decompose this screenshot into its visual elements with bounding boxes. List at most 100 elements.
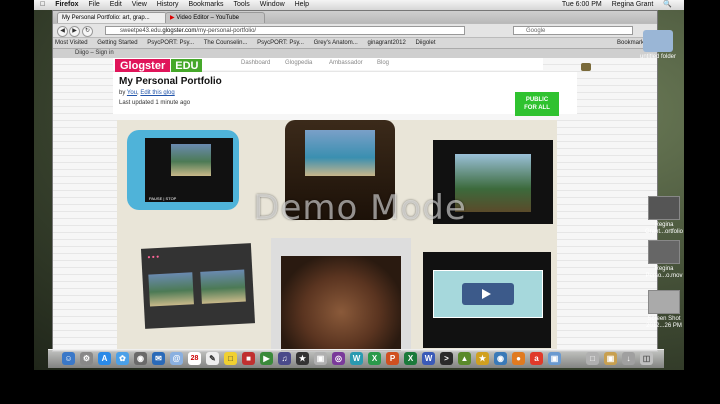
- back-button[interactable]: ◀: [57, 26, 68, 37]
- url-host: glogster.com: [162, 28, 197, 34]
- stickies-icon[interactable]: □: [224, 352, 237, 365]
- itunes-icon[interactable]: ♫: [278, 352, 291, 365]
- globe-icon[interactable]: ◉: [494, 352, 507, 365]
- contacts-icon[interactable]: @: [170, 352, 183, 365]
- reload-button[interactable]: ↻: [82, 26, 93, 37]
- imovie-icon[interactable]: ★: [296, 352, 309, 365]
- desktop-file-label: Screen Shot 2012...26 PM: [646, 316, 682, 329]
- terminal-icon[interactable]: >: [440, 352, 453, 365]
- tab-label: Video Editor – YouTube: [176, 15, 240, 21]
- menu-bookmarks[interactable]: Bookmarks: [184, 0, 227, 10]
- bookmark-getting-started[interactable]: Getting Started: [95, 38, 143, 48]
- document-icon[interactable]: □: [586, 352, 599, 365]
- last-updated: Last updated 1 minute ago: [119, 100, 191, 106]
- photo-booth-icon[interactable]: ◉: [134, 352, 147, 365]
- firefox-icon[interactable]: ●: [512, 352, 525, 365]
- excel-icon[interactable]: X: [368, 352, 381, 365]
- star-icon[interactable]: ★: [476, 352, 489, 365]
- avatar[interactable]: [581, 63, 591, 71]
- stack-icon[interactable]: ▣: [604, 352, 617, 365]
- bookmark-psycport-1[interactable]: PsycPORT: Psy...: [145, 38, 200, 48]
- menu-edit[interactable]: Edit: [106, 0, 126, 10]
- movie-file-icon: [648, 240, 680, 264]
- word-2-icon[interactable]: W: [422, 352, 435, 365]
- excel-2-icon[interactable]: X: [404, 352, 417, 365]
- desktop:  Firefox File Edit View History Bookmar…: [34, 0, 684, 370]
- firefox-window: My Personal Portfolio: art, grap... ▶ Vi…: [52, 10, 658, 352]
- youtube-icon: ▶: [170, 15, 175, 21]
- downloads-icon[interactable]: ↓: [622, 352, 635, 365]
- navigation-bar: ◀ ▶ ↻ sweetpe43.edu.glogster.com/my-pers…: [53, 23, 657, 37]
- page-title: My Personal Portfolio: [119, 76, 222, 87]
- finder-icon[interactable]: ☺: [62, 352, 75, 365]
- system-preferences-icon[interactable]: ⚙: [80, 352, 93, 365]
- facetime-icon[interactable]: ▶: [260, 352, 273, 365]
- dvd-icon[interactable]: ◎: [332, 352, 345, 365]
- app-icon[interactable]: ▣: [548, 352, 561, 365]
- menu-file[interactable]: File: [85, 0, 104, 10]
- mail-icon[interactable]: ✉: [152, 352, 165, 365]
- calendar-day: 28: [190, 355, 199, 362]
- forward-button[interactable]: ▶: [69, 26, 80, 37]
- menu-help[interactable]: Help: [291, 0, 313, 10]
- url-prefix: sweetpe43.edu.: [120, 28, 163, 34]
- public-badge[interactable]: PUBLIC FOR ALL: [515, 92, 559, 116]
- edit-glog-link[interactable]: Edit this glog: [140, 90, 174, 96]
- menu-app-name[interactable]: Firefox: [51, 0, 82, 10]
- play-button[interactable]: [462, 283, 514, 305]
- bookmark-counselin[interactable]: The Counselin...: [202, 38, 254, 48]
- powerpoint-icon[interactable]: P: [386, 352, 399, 365]
- bookmark-diigolet[interactable]: Diigolet: [413, 38, 441, 48]
- nav-glogpedia[interactable]: Glogpedia: [285, 60, 312, 66]
- menu-window[interactable]: Window: [256, 0, 289, 10]
- nav-ambassador[interactable]: Ambassador: [329, 60, 363, 66]
- menu-tools[interactable]: Tools: [229, 0, 253, 10]
- menu-status: Tue 6:00 PM Regina Grant 🔍: [554, 0, 680, 10]
- search-input[interactable]: Google: [513, 26, 633, 35]
- nav-blog[interactable]: Blog: [377, 60, 389, 66]
- pool-photo[interactable]: [305, 130, 375, 176]
- video-player-2[interactable]: [423, 252, 551, 348]
- tab-bar: My Personal Portfolio: art, grap... ▶ Vi…: [53, 11, 657, 24]
- calendar-icon[interactable]: 28: [188, 352, 201, 365]
- menu-view[interactable]: View: [128, 0, 151, 10]
- author-link[interactable]: You: [127, 90, 137, 96]
- logo-text: Glogster: [115, 59, 171, 73]
- preview-icon[interactable]: ▣: [314, 352, 327, 365]
- bookmark-psycport-2[interactable]: PsycPORT: Psy...: [255, 38, 310, 48]
- photo-board: ● ● ●: [140, 243, 256, 329]
- clock[interactable]: Tue 6:00 PM: [558, 0, 606, 10]
- diigo-label: Diigo – Sign in: [75, 50, 114, 56]
- word-icon[interactable]: W: [350, 352, 363, 365]
- bookmarks-toolbar: Most Visited Getting Started PsycPORT: P…: [53, 37, 657, 48]
- spotlight-icon[interactable]: 🔍: [659, 0, 676, 10]
- bookmark-greys[interactable]: Grey's Anatom...: [312, 38, 364, 48]
- url-bar[interactable]: sweetpe43.edu.glogster.com/my-personal-p…: [105, 26, 465, 35]
- user-name[interactable]: Regina Grant: [608, 0, 658, 10]
- app-a-icon[interactable]: a: [530, 352, 543, 365]
- app-store-icon[interactable]: A: [98, 352, 111, 365]
- desktop-folder[interactable]: untitled folder: [636, 30, 680, 61]
- apple-menu-icon[interactable]: : [34, 0, 49, 10]
- menu-bar:  Firefox File Edit View History Bookmar…: [34, 0, 684, 10]
- video-thumbnail: [171, 144, 211, 176]
- safari-icon[interactable]: ✿: [116, 352, 129, 365]
- board-photo-2[interactable]: [200, 269, 246, 304]
- search-placeholder: Google: [526, 28, 546, 34]
- bookmark-ginagrant[interactable]: ginagrant2012: [365, 38, 411, 48]
- textedit-icon[interactable]: ✎: [206, 352, 219, 365]
- utility-icon[interactable]: ▲: [458, 352, 471, 365]
- diigo-bar[interactable]: Diigo – Sign in: [53, 48, 657, 58]
- trash-icon[interactable]: ◫: [640, 352, 653, 365]
- portrait-photo[interactable]: [281, 256, 401, 351]
- board-label: ● ● ●: [147, 253, 160, 261]
- desktop-file-mov[interactable]: Regina Perso...o.mov: [642, 240, 684, 280]
- board-photo-1[interactable]: [148, 272, 194, 307]
- photos-icon[interactable]: ■: [242, 352, 255, 365]
- bookmark-most-visited[interactable]: Most Visited: [53, 38, 94, 48]
- nav-dashboard[interactable]: Dashboard: [241, 60, 270, 66]
- glogster-logo[interactable]: Glogster EDU: [115, 59, 203, 73]
- desktop-screenshot[interactable]: Screen Shot 2012...26 PM: [642, 290, 684, 330]
- folder-icon: [643, 30, 673, 52]
- menu-history[interactable]: History: [153, 0, 183, 10]
